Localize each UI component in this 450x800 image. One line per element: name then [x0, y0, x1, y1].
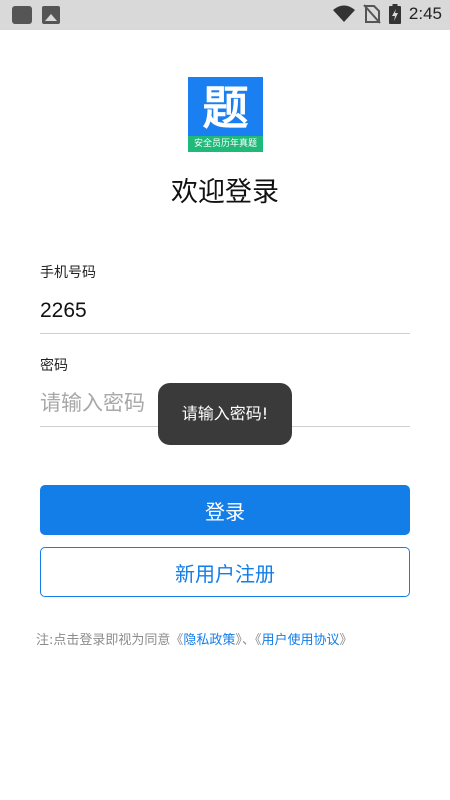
password-label: 密码 — [40, 358, 68, 374]
status-bar-right: 2:45 — [332, 4, 442, 24]
app-logo: 题 安全员历年真题 — [188, 77, 263, 152]
quote-close-2: 》 — [339, 633, 353, 648]
wifi-icon — [332, 5, 355, 22]
quote-open-1: 《 — [170, 633, 184, 648]
status-bar-left — [12, 6, 60, 24]
image-icon — [42, 6, 60, 24]
status-time: 2:45 — [408, 4, 442, 23]
note-separator: 、 — [241, 633, 255, 648]
logo-character: 题 — [202, 81, 249, 135]
toast-message: 请输入密码! — [158, 383, 292, 445]
phone-input[interactable] — [40, 288, 410, 334]
logo-caption: 安全员历年真题 — [188, 136, 263, 152]
battery-charging-icon — [388, 4, 401, 24]
register-button[interactable]: 新用户注册 — [40, 547, 410, 597]
page-title: 欢迎登录 — [171, 177, 279, 208]
login-button[interactable]: 登录 — [40, 485, 410, 535]
privacy-policy-link[interactable]: 隐私政策 — [183, 633, 235, 648]
status-bar: 2:45 — [0, 0, 450, 30]
phone-label: 手机号码 — [40, 265, 96, 281]
no-sim-icon — [363, 4, 381, 24]
user-agreement-link[interactable]: 用户使用协议 — [261, 633, 339, 648]
agreement-note: 注:点击登录即视为同意《隐私政策》、《用户使用协议》 — [36, 629, 426, 648]
notification-square-icon — [12, 6, 32, 24]
note-prefix: 注:点击登录即视为同意 — [36, 633, 171, 648]
